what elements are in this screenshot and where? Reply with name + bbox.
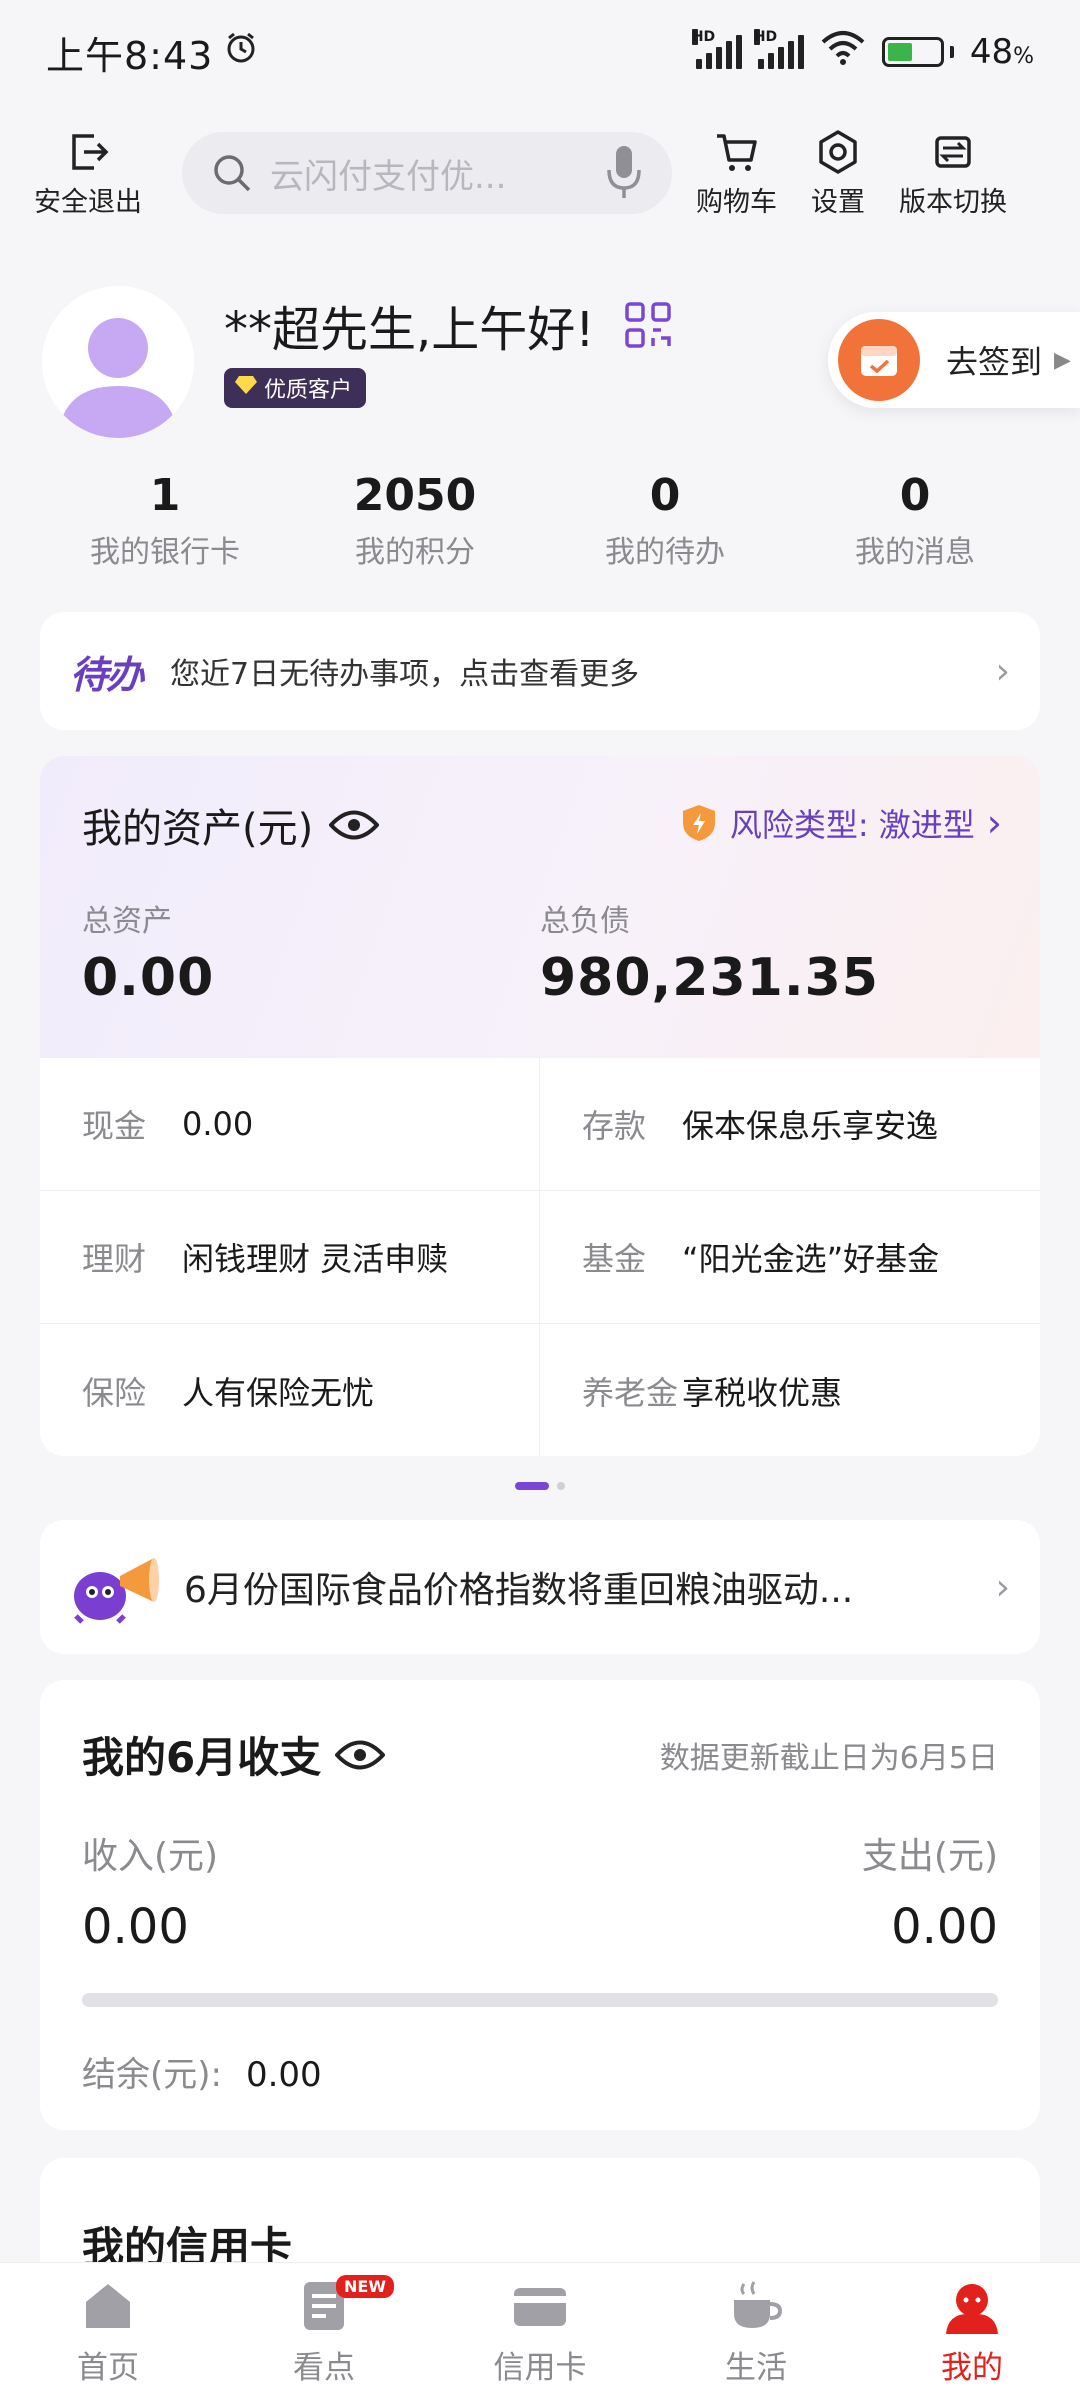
- total-liabilities: 总负债 980,231.35: [540, 904, 879, 1008]
- signal-icon-1: HD: [691, 29, 742, 69]
- credit-card-icon: [514, 2288, 566, 2326]
- gear-icon: [819, 129, 857, 174]
- todo-card[interactable]: 待办 您近7日无待办事项，点击查看更多 ›: [40, 612, 1040, 730]
- stat-points[interactable]: 2050 我的积分: [290, 470, 540, 571]
- balance-value: 0.00: [245, 2055, 322, 2095]
- greeting: **超先生,上午好!: [224, 290, 671, 360]
- asset-item-pension[interactable]: 养老金 享税收优惠: [540, 1324, 1040, 1456]
- asset-categories: 现金 0.00 存款 保本保息乐享安逸 理财 闲钱理财 灵活申赎 基金 “阳光金…: [40, 1058, 1040, 1456]
- stat-messages[interactable]: 0 我的消息: [790, 470, 1040, 571]
- stat-bank-cards[interactable]: 1 我的银行卡: [40, 470, 290, 571]
- income-value: 0.00: [82, 1899, 189, 1955]
- asset-item-insurance[interactable]: 保险 人有保险无忧: [40, 1324, 540, 1456]
- update-note: 数据更新截止日为6月5日: [659, 1740, 998, 1776]
- todo-text: 您近7日无待办事项，点击查看更多: [170, 657, 640, 692]
- news-text: 6月份国际食品价格指数将重回粮油驱动...: [184, 1570, 854, 1611]
- eye-icon[interactable]: [335, 1738, 386, 1772]
- logout-button[interactable]: 安全退出: [34, 128, 142, 219]
- page-indicator: [0, 1482, 1080, 1490]
- nav-mine[interactable]: 我的: [864, 2263, 1080, 2400]
- income-expense-bar: [82, 1993, 998, 2007]
- asset-item-fund[interactable]: 基金 “阳光金选”好基金: [540, 1191, 1040, 1324]
- switch-icon: [935, 135, 971, 168]
- total-assets: 总资产 0.00: [82, 904, 215, 1008]
- status-badge: 优质客户: [224, 368, 367, 408]
- income-title: 我的6月收支: [82, 1724, 386, 1785]
- status-bar: 上午8:43 HD HD 48%: [0, 0, 1080, 104]
- wifi-icon: [820, 30, 866, 75]
- logout-icon: [72, 133, 109, 170]
- chevron-right-icon: ›: [986, 801, 1002, 845]
- balance-row: 结余(元): 0.00: [82, 2055, 322, 2095]
- nav-life[interactable]: 生活: [648, 2263, 864, 2400]
- alarm-icon: [223, 30, 259, 75]
- caret-right-icon: ▶: [1054, 347, 1071, 373]
- bottom-nav: 首页 NEW 看点 信用卡 生活 我的: [0, 2262, 1080, 2400]
- diamond-icon: [234, 375, 258, 401]
- news-banner[interactable]: 6月份国际食品价格指数将重回粮油驱动... ›: [40, 1520, 1040, 1654]
- switch-version-button[interactable]: 版本切换: [899, 128, 1007, 219]
- search-input[interactable]: 云闪付支付优...: [182, 132, 672, 214]
- coffee-cup-icon: [734, 2281, 783, 2328]
- assets-card: 我的资产(元) 风险类型: 激进型 › 总资产 0.00 总负债 980,231…: [40, 756, 1040, 1456]
- megaphone-mascot-icon: [74, 1558, 159, 1624]
- nav-view[interactable]: NEW 看点: [216, 2263, 432, 2400]
- asset-item-deposit[interactable]: 存款 保本保息乐享安逸: [540, 1058, 1040, 1191]
- signin-button[interactable]: 去签到 ▶: [828, 312, 1080, 408]
- microphone-icon[interactable]: [604, 144, 644, 202]
- asset-item-cash[interactable]: 现金 0.00: [40, 1058, 540, 1191]
- avatar[interactable]: [42, 286, 194, 438]
- calendar-icon: [838, 319, 920, 401]
- signal-icon-2: HD: [753, 29, 804, 69]
- expense-value: 0.00: [891, 1899, 998, 1955]
- battery-percent: 48%: [969, 32, 1034, 72]
- income-card: 我的6月收支 数据更新截止日为6月5日 收入(元) 支出(元) 0.00 0.0…: [40, 1680, 1040, 2130]
- user-icon: [946, 2284, 998, 2334]
- clock: 上午8:43: [46, 33, 214, 78]
- new-badge: NEW: [336, 2275, 394, 2298]
- todo-tag: 待办: [70, 652, 144, 697]
- nav-home[interactable]: 首页: [0, 2263, 216, 2400]
- risk-type-link[interactable]: 风险类型: 激进型 ›: [680, 800, 1002, 846]
- cart-button[interactable]: 购物车: [696, 128, 777, 219]
- qr-code-icon[interactable]: [624, 302, 671, 348]
- battery-icon: [881, 37, 954, 67]
- chevron-right-icon: ›: [995, 1566, 1010, 1608]
- search-placeholder: 云闪付支付优...: [270, 156, 507, 197]
- chevron-right-icon: ›: [995, 650, 1010, 692]
- eye-icon[interactable]: [329, 808, 380, 842]
- assets-summary: 我的资产(元) 风险类型: 激进型 › 总资产 0.00 总负债 980,231…: [40, 756, 1040, 1058]
- search-icon: [214, 155, 251, 192]
- nav-credit[interactable]: 信用卡: [432, 2263, 648, 2400]
- top-toolbar: 安全退出 云闪付支付优... 购物车 设置 版本切换: [0, 118, 1080, 228]
- home-icon: [86, 2284, 130, 2328]
- asset-item-wealth[interactable]: 理财 闲钱理财 灵活申赎: [40, 1191, 540, 1324]
- shield-icon: [682, 805, 715, 841]
- income-label: 收入(元): [82, 1836, 219, 1877]
- expense-label: 支出(元): [861, 1836, 998, 1877]
- stat-todos[interactable]: 0 我的待办: [540, 470, 790, 571]
- settings-button[interactable]: 设置: [811, 128, 865, 219]
- stats-row: 1 我的银行卡 2050 我的积分 0 我的待办 0 我的消息: [0, 470, 1080, 571]
- cart-icon: [716, 133, 757, 171]
